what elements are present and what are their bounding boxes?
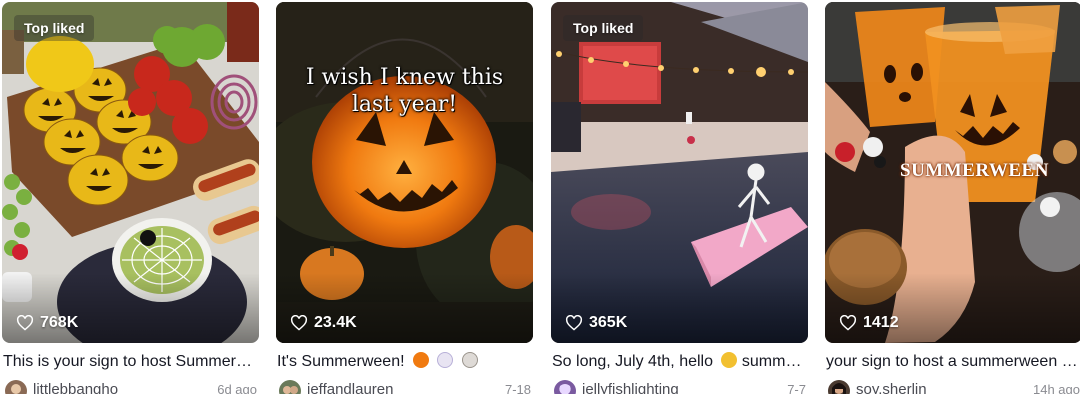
author-name[interactable]: soy.sherlin — [856, 381, 927, 394]
video-caption[interactable]: This is your sign to host Summerween — [3, 352, 258, 372]
top-liked-badge: Top liked — [563, 15, 644, 41]
video-caption[interactable]: It's Summerween! — [277, 352, 532, 372]
like-count-value: 1412 — [863, 314, 899, 331]
video-meta: soy.sherlin 14h ago — [825, 379, 1080, 394]
heart-outline-icon — [839, 315, 857, 331]
avatar[interactable] — [554, 380, 576, 394]
video-caption[interactable]: your sign to host a summerween party — [826, 352, 1080, 372]
caption-text: your sign to host a summerween party — [826, 353, 1080, 370]
video-thumbnail[interactable]: SUMMERWEEN 1412 — [825, 2, 1080, 343]
like-count: 768K — [16, 314, 78, 332]
video-thumbnail[interactable]: I wish I knew this last year! 23.4K — [276, 2, 533, 343]
caption-text: It's Summerween! — [277, 353, 405, 370]
video-overlay-text: I wish I knew this last year! — [276, 64, 533, 118]
post-date: 7-7 — [787, 382, 806, 394]
overlay-line-1: I wish I knew this — [305, 65, 504, 90]
author-name[interactable]: littlebbangho — [33, 381, 118, 394]
caption-text: This is your sign to host Summerween — [3, 353, 258, 370]
video-meta: littlebbangho 6d ago — [2, 379, 259, 394]
avatar[interactable] — [828, 380, 850, 394]
avatar[interactable] — [5, 380, 27, 394]
heart-outline-icon — [16, 315, 34, 331]
waving-hand-emoji-icon — [721, 352, 738, 368]
video-meta: jeffandlauren 7-18 — [276, 379, 533, 394]
author-name[interactable]: jeffandlauren — [307, 381, 393, 394]
caption-text-tail: summerween — [741, 353, 807, 370]
post-date: 14h ago — [1033, 382, 1080, 394]
video-card[interactable]: Top liked 768K This is your sign to host… — [2, 0, 259, 394]
like-count: 1412 — [839, 314, 899, 332]
heart-outline-icon — [565, 315, 583, 331]
video-card[interactable]: SUMMERWEEN 1412 your sign to host a summ… — [825, 0, 1080, 394]
skull-emoji-icon — [461, 352, 478, 368]
video-card[interactable]: I wish I knew this last year! 23.4K It's… — [276, 0, 533, 394]
video-meta: jellyfishlighting 7-7 — [551, 379, 808, 394]
video-thumbnail[interactable]: Top liked 768K — [2, 2, 259, 343]
jack-o-lantern-emoji-icon — [413, 352, 429, 368]
top-liked-badge: Top liked — [14, 15, 95, 41]
overlay-line-2: last year! — [351, 92, 458, 117]
caption-text: So long, July 4th, hello — [552, 353, 713, 370]
video-card[interactable]: Top liked 365K So long, July 4th, hello … — [551, 0, 808, 394]
like-count-value: 365K — [589, 314, 628, 331]
heart-outline-icon — [290, 315, 308, 331]
like-count: 365K — [565, 314, 627, 332]
post-date: 7-18 — [504, 382, 531, 394]
like-count-value: 23.4K — [314, 314, 357, 331]
video-overlay-text: SUMMERWEEN — [900, 160, 1049, 181]
like-count: 23.4K — [290, 314, 357, 332]
video-caption[interactable]: So long, July 4th, hello summerween — [552, 352, 807, 372]
ghost-emoji-icon — [437, 352, 454, 368]
like-count-value: 768K — [40, 314, 79, 331]
post-date: 6d ago — [217, 382, 257, 394]
author-name[interactable]: jellyfishlighting — [582, 381, 679, 394]
avatar[interactable] — [279, 380, 301, 394]
video-thumbnail[interactable]: Top liked 365K — [551, 2, 808, 343]
